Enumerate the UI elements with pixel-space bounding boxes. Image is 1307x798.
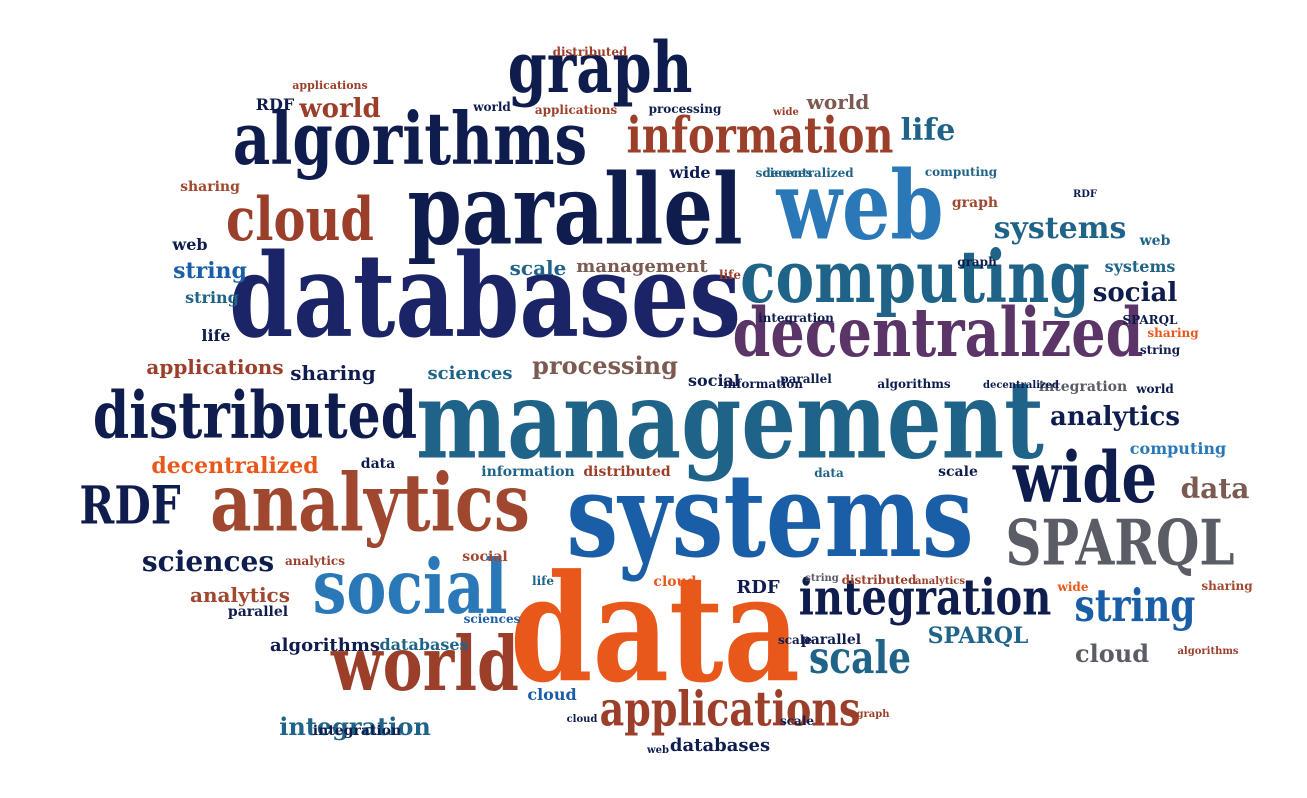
word-cloud: cloud	[1075, 639, 1149, 668]
word-databases: databases	[379, 635, 469, 654]
word-wide: wide	[1057, 580, 1089, 594]
word-scale: scale	[779, 714, 815, 728]
word-databases: databases	[669, 735, 771, 756]
word-string: string	[185, 288, 239, 307]
word-algorithms: algorithms	[877, 377, 951, 391]
word-rdf: RDF	[736, 577, 780, 598]
word-string: string	[1074, 579, 1196, 633]
word-algorithms: algorithms	[270, 635, 380, 656]
word-sharing: sharing	[1147, 326, 1199, 340]
word-sciences: sciences	[427, 363, 513, 384]
word-web: web	[172, 235, 208, 254]
word-scale: scale	[938, 464, 978, 480]
word-string: string	[805, 573, 839, 584]
word-analytics: analytics	[915, 576, 965, 587]
word-life: life	[532, 574, 554, 588]
word-cloud: cloud	[653, 574, 697, 590]
word-graph: graph	[951, 195, 999, 211]
word-sparql: SPARQL	[1005, 505, 1235, 580]
word-rdf: RDF	[79, 474, 181, 536]
word-applications: applications	[599, 680, 861, 737]
word-processing: processing	[532, 351, 678, 380]
word-graph: graph	[957, 255, 997, 269]
word-data: data	[1180, 472, 1250, 505]
word-decentralized: decentralized	[732, 292, 1144, 372]
word-systems: systems	[993, 211, 1127, 246]
word-processing: processing	[648, 102, 722, 116]
word-analytics: analytics	[285, 554, 345, 568]
word-cloud: cloud	[527, 685, 577, 704]
word-world: world	[1136, 382, 1174, 396]
word-social: social	[1092, 278, 1178, 308]
word-sharing: sharing	[290, 361, 376, 385]
word-world: world	[299, 94, 381, 124]
word-web: web	[1139, 233, 1171, 249]
word-information: information	[722, 377, 804, 391]
word-information: information	[481, 464, 575, 480]
word-computing: computing	[924, 165, 998, 179]
word-distributed: distributed	[841, 573, 917, 587]
word-information: information	[626, 106, 894, 165]
word-applications: applications	[146, 355, 284, 379]
word-wide: wide	[669, 163, 711, 182]
word-distributed: distributed	[92, 377, 418, 454]
word-sparql: SPARQL	[927, 623, 1029, 649]
word-cloud: cloud	[566, 714, 598, 725]
word-rdf: RDF	[255, 95, 295, 114]
word-graph: graph	[507, 26, 693, 110]
word-world: world	[473, 100, 511, 114]
word-systems: systems	[1104, 257, 1176, 276]
word-life: life	[201, 326, 231, 345]
word-management: management	[576, 256, 708, 277]
word-sharing: sharing	[180, 179, 240, 195]
word-cloud: cloud	[226, 185, 374, 255]
word-sciences: sciences	[755, 166, 813, 180]
word-parallel: parallel	[800, 632, 862, 648]
word-life: life	[719, 268, 741, 282]
word-algorithms: algorithms	[1177, 646, 1239, 657]
word-cloud: management systems data databases parallel we…	[0, 0, 1307, 798]
word-world: world	[806, 90, 870, 114]
word-distributed: distributed	[583, 464, 671, 480]
word-scale: scale	[509, 256, 567, 280]
word-applications: applications	[292, 79, 368, 92]
word-distributed: distributed	[552, 45, 628, 59]
word-parallel: parallel	[227, 604, 289, 620]
word-decentralized: decentralized	[982, 380, 1060, 391]
word-string: string	[173, 258, 247, 284]
word-string: string	[1139, 343, 1181, 357]
word-computing: computing	[1129, 439, 1227, 458]
word-analytics: analytics	[1050, 402, 1180, 432]
word-life: life	[900, 113, 956, 148]
word-data: data	[814, 466, 844, 480]
word-sharing: sharing	[1201, 579, 1253, 593]
word-integration: integration	[312, 723, 402, 739]
word-analytics: analytics	[190, 583, 290, 607]
word-decentralized: decentralized	[151, 453, 319, 479]
word-graph: graph	[856, 709, 890, 720]
word-data: data	[360, 456, 396, 472]
word-sciences: sciences	[141, 545, 275, 578]
word-rdf: RDF	[1072, 189, 1098, 200]
word-wide: wide	[773, 107, 799, 118]
word-web: web	[647, 745, 669, 756]
word-social: social	[462, 549, 508, 565]
word-sciences: sciences	[463, 612, 521, 626]
word-sparql: SPARQL	[1122, 313, 1178, 327]
word-integration: integration	[758, 311, 834, 325]
word-applications: applications	[534, 103, 618, 117]
